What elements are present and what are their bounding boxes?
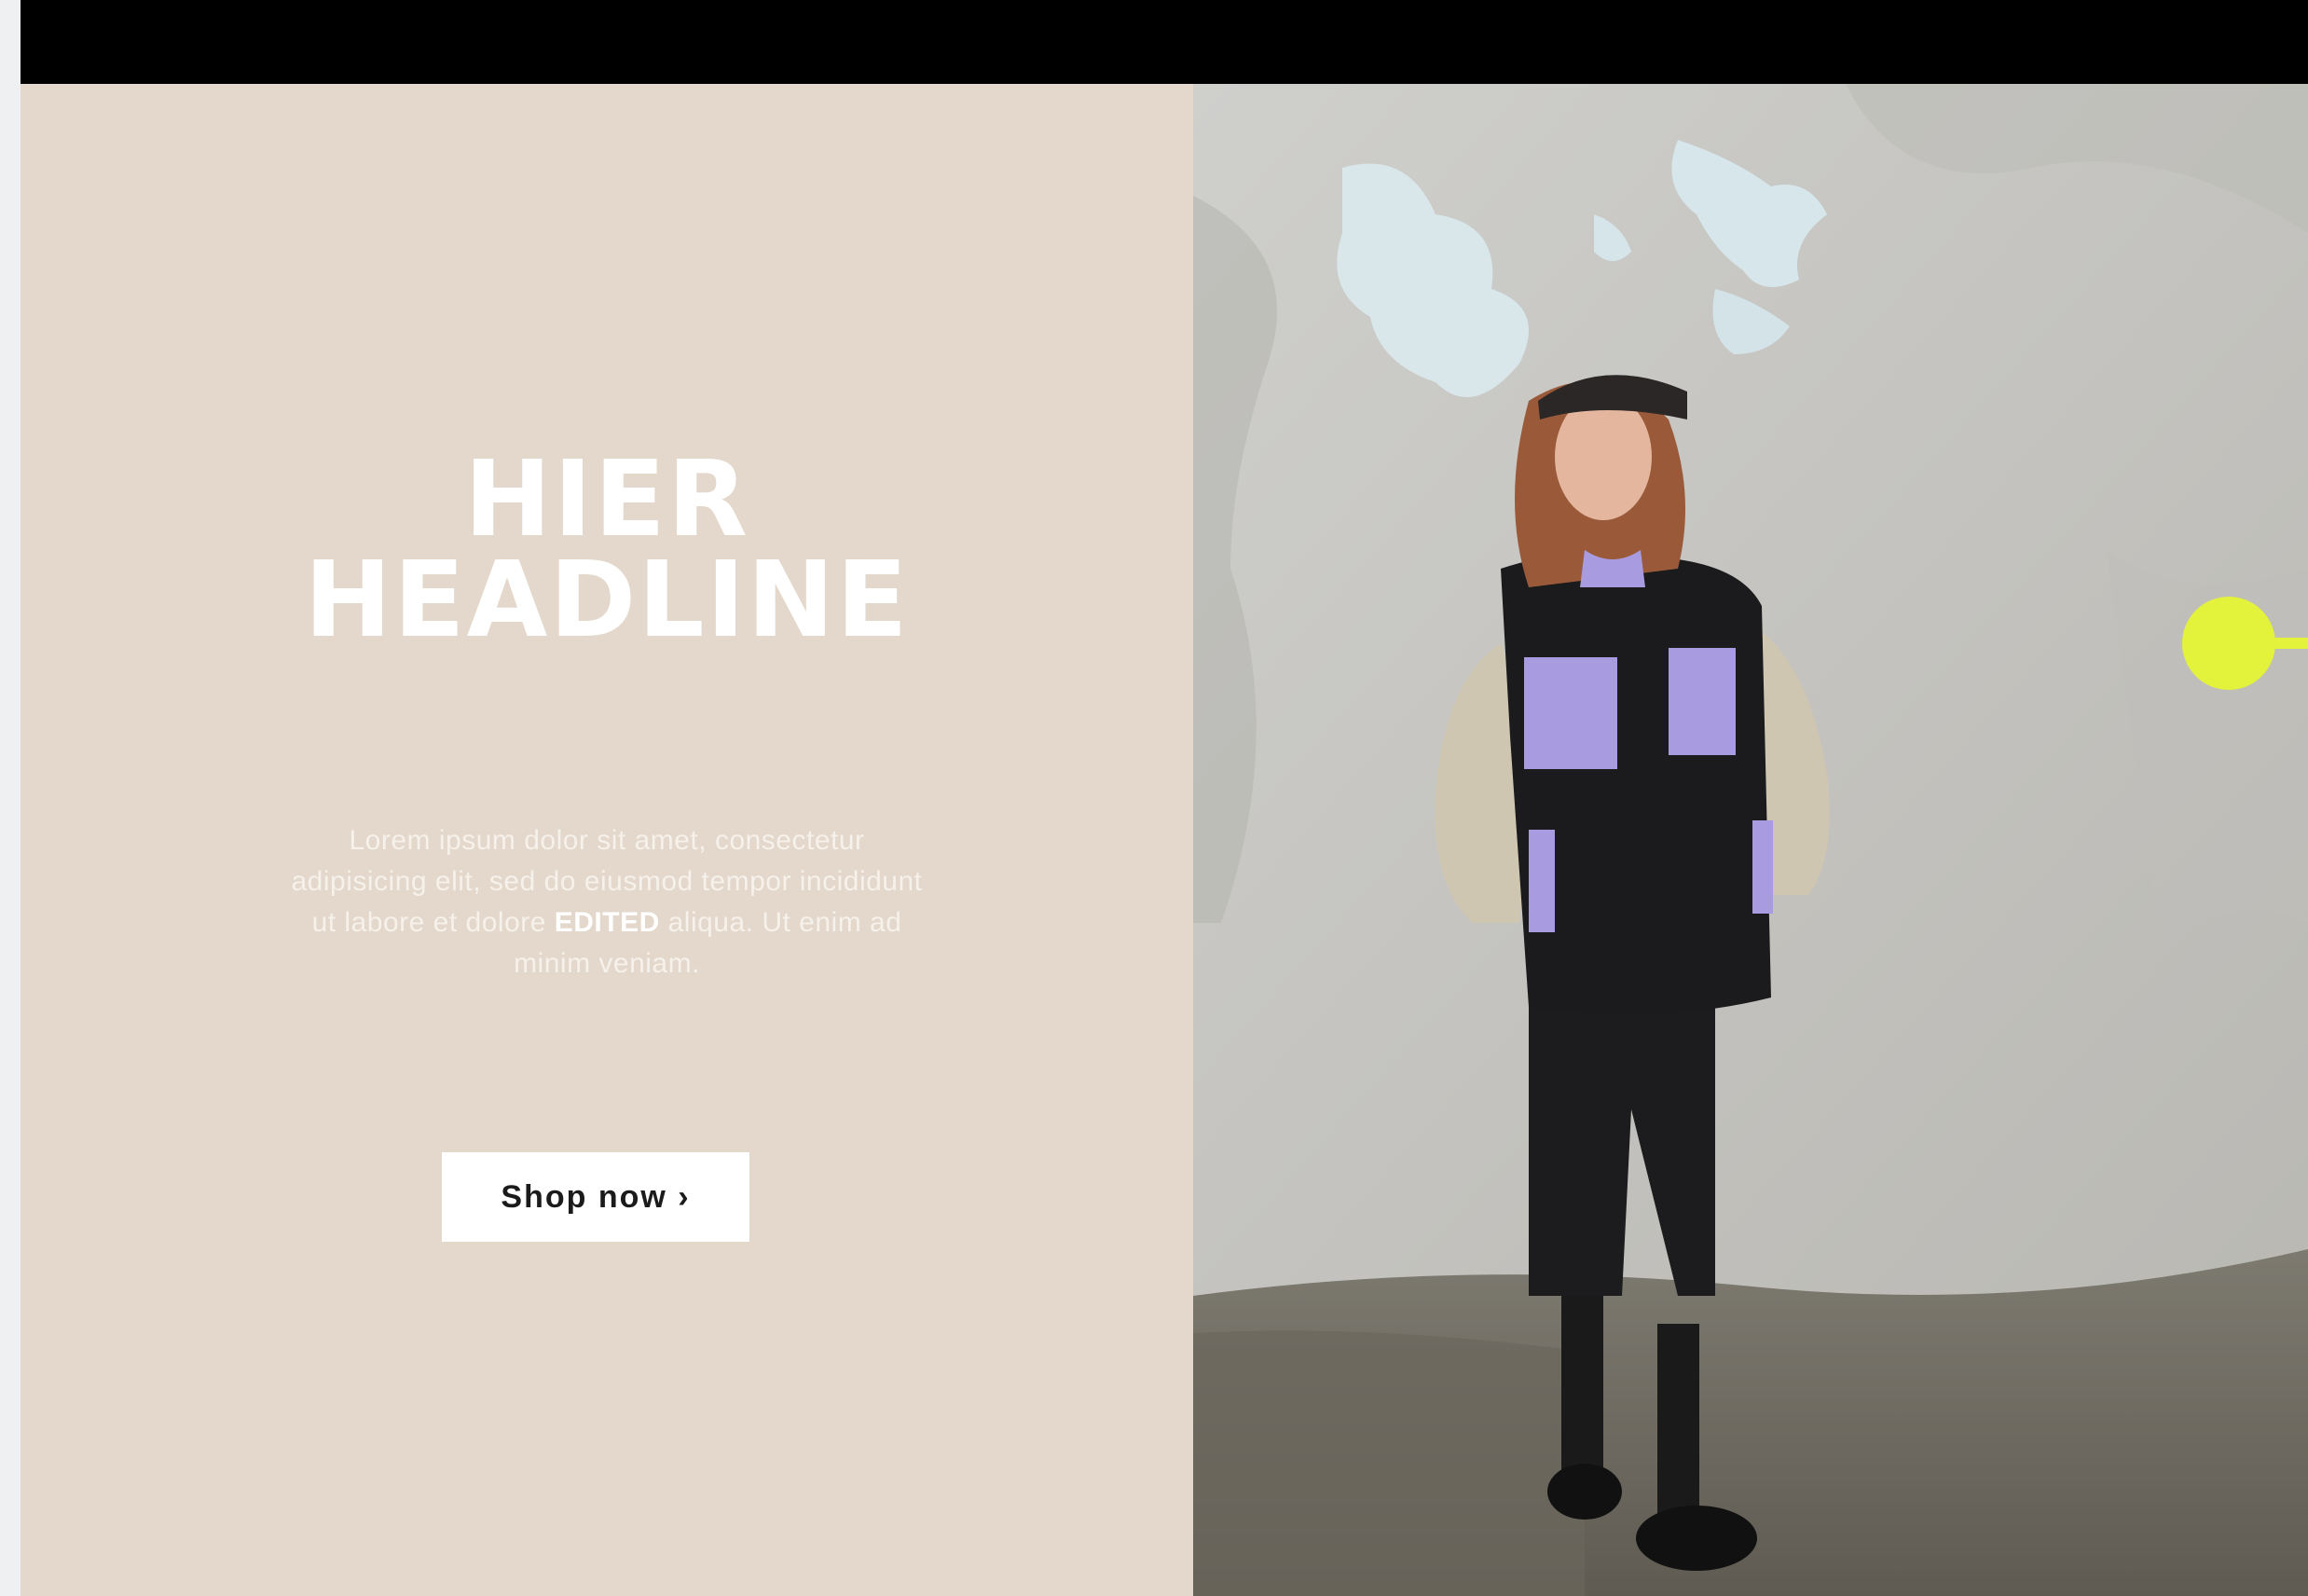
hero-body-text: Lorem ipsum dolor sit amet, consectetur … bbox=[281, 820, 933, 984]
hero-headline: HIER HEADLINE bbox=[21, 439, 1193, 661]
hero-image bbox=[1193, 84, 2308, 1596]
page: HIER HEADLINE Lorem ipsum dolor sit amet… bbox=[0, 0, 2308, 1596]
headline-line-1: HIER bbox=[463, 439, 750, 560]
headline-line-2: HEADLINE bbox=[304, 540, 910, 661]
hero-text-panel: HIER HEADLINE Lorem ipsum dolor sit amet… bbox=[21, 84, 1193, 1596]
hotspot-connector-line bbox=[2265, 638, 2308, 649]
left-edge-strip bbox=[0, 0, 21, 1596]
top-bar bbox=[21, 0, 2308, 84]
hero-photo-illustration bbox=[1193, 84, 2308, 1596]
shop-now-button[interactable]: Shop now › bbox=[442, 1152, 749, 1242]
product-hotspot-button[interactable] bbox=[2182, 597, 2275, 690]
body-text-bold: EDITED bbox=[554, 907, 660, 938]
